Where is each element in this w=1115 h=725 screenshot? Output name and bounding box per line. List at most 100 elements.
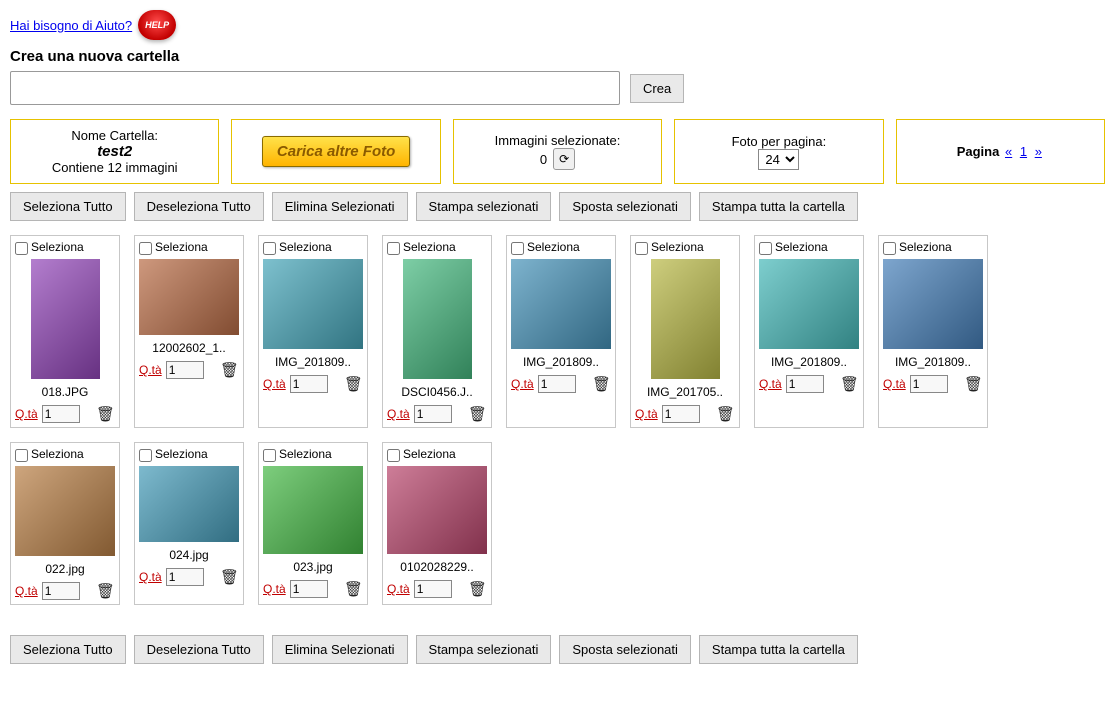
- qty-label[interactable]: Q.tà: [263, 377, 286, 391]
- photo-card: Seleziona12002602_1..Q.tà🗑: [134, 235, 244, 428]
- new-folder-input[interactable]: [10, 71, 620, 105]
- trash-icon[interactable]: 🗑: [96, 405, 115, 423]
- photo-thumbnail[interactable]: [15, 466, 115, 556]
- select-photo-checkbox[interactable]: [139, 242, 152, 255]
- qty-input[interactable]: [414, 405, 452, 423]
- photo-thumbnail[interactable]: [759, 259, 859, 349]
- select-photo-checkbox[interactable]: [15, 449, 28, 462]
- trash-icon[interactable]: 🗑: [592, 375, 611, 393]
- photo-filename: IMG_201809..: [511, 355, 611, 369]
- photo-thumbnail[interactable]: [139, 259, 239, 335]
- trash-icon[interactable]: 🗑: [964, 375, 983, 393]
- page-next[interactable]: »: [1035, 144, 1042, 159]
- qty-label[interactable]: Q.tà: [139, 363, 162, 377]
- photo-thumbnail[interactable]: [635, 259, 735, 379]
- trash-icon[interactable]: 🗑: [220, 361, 239, 379]
- select-photo-checkbox[interactable]: [635, 242, 648, 255]
- select-photo-checkbox[interactable]: [15, 242, 28, 255]
- move-selected-button[interactable]: Sposta selezionati: [559, 192, 691, 221]
- select-photo-checkbox[interactable]: [387, 242, 400, 255]
- deselect-all-button[interactable]: Deseleziona Tutto: [134, 192, 264, 221]
- qty-label[interactable]: Q.tà: [635, 407, 658, 421]
- print-selected-button[interactable]: Stampa selezionati: [416, 192, 552, 221]
- select-photo-checkbox[interactable]: [387, 449, 400, 462]
- page-current[interactable]: 1: [1020, 144, 1027, 159]
- photo-card: Seleziona0102028229..Q.tà🗑: [382, 442, 492, 605]
- qty-input[interactable]: [290, 580, 328, 598]
- qty-label[interactable]: Q.tà: [263, 582, 286, 596]
- qty-label[interactable]: Q.tà: [15, 584, 38, 598]
- delete-selected-button[interactable]: Elimina Selezionati: [272, 192, 408, 221]
- photo-thumbnail[interactable]: [387, 466, 487, 554]
- delete-selected-button-bottom[interactable]: Elimina Selezionati: [272, 635, 408, 664]
- photo-filename: IMG_201809..: [263, 355, 363, 369]
- qty-input[interactable]: [290, 375, 328, 393]
- page-label: Pagina: [957, 144, 1000, 159]
- deselect-all-button-bottom[interactable]: Deseleziona Tutto: [134, 635, 264, 664]
- qty-input[interactable]: [662, 405, 700, 423]
- photo-thumbnail[interactable]: [263, 466, 363, 554]
- qty-label[interactable]: Q.tà: [387, 407, 410, 421]
- qty-input[interactable]: [166, 361, 204, 379]
- select-photo-checkbox[interactable]: [263, 242, 276, 255]
- upload-more-button[interactable]: Carica altre Foto: [262, 136, 410, 167]
- photo-filename: IMG_201809..: [883, 355, 983, 369]
- per-page-select[interactable]: 24: [758, 149, 799, 170]
- help-link[interactable]: Hai bisogno di Aiuto?: [10, 18, 132, 33]
- trash-icon[interactable]: 🗑: [344, 375, 363, 393]
- photo-thumbnail[interactable]: [511, 259, 611, 349]
- photo-thumbnail[interactable]: [883, 259, 983, 349]
- folder-info-box: Nome Cartella: test2 Contiene 12 immagin…: [10, 119, 219, 184]
- print-folder-button[interactable]: Stampa tutta la cartella: [699, 192, 858, 221]
- folder-name: test2: [97, 143, 132, 160]
- qty-label[interactable]: Q.tà: [759, 377, 782, 391]
- photo-card: SelezionaDSCI0456.J..Q.tà🗑: [382, 235, 492, 428]
- help-icon[interactable]: HELP: [138, 10, 176, 40]
- trash-icon[interactable]: 🗑: [344, 580, 363, 598]
- photo-card: SelezionaIMG_201809..Q.tà🗑: [506, 235, 616, 428]
- qty-label[interactable]: Q.tà: [511, 377, 534, 391]
- select-all-button-bottom[interactable]: Seleziona Tutto: [10, 635, 126, 664]
- qty-input[interactable]: [786, 375, 824, 393]
- create-folder-button[interactable]: Crea: [630, 74, 684, 103]
- select-photo-checkbox[interactable]: [511, 242, 524, 255]
- move-selected-button-bottom[interactable]: Sposta selezionati: [559, 635, 691, 664]
- trash-icon[interactable]: 🗑: [840, 375, 859, 393]
- photo-card: Seleziona024.jpgQ.tà🗑: [134, 442, 244, 605]
- select-photo-checkbox[interactable]: [759, 242, 772, 255]
- qty-label[interactable]: Q.tà: [883, 377, 906, 391]
- photo-thumbnail[interactable]: [263, 259, 363, 349]
- print-selected-button-bottom[interactable]: Stampa selezionati: [416, 635, 552, 664]
- photo-card: Seleziona IMG_201809.. Q.tà 🗑: [878, 235, 988, 428]
- qty-input[interactable]: [910, 375, 948, 393]
- select-photo-checkbox[interactable]: [263, 449, 276, 462]
- trash-icon[interactable]: 🗑: [96, 582, 115, 600]
- photo-filename: IMG_201809..: [759, 355, 859, 369]
- photo-grid: Seleziona018.JPGQ.tà🗑Seleziona12002602_1…: [10, 235, 1105, 605]
- qty-label[interactable]: Q.tà: [139, 570, 162, 584]
- qty-label[interactable]: Q.tà: [15, 407, 38, 421]
- trash-icon[interactable]: 🗑: [716, 405, 735, 423]
- photo-thumbnail[interactable]: [139, 466, 239, 542]
- qty-input[interactable]: [538, 375, 576, 393]
- qty-input[interactable]: [166, 568, 204, 586]
- refresh-icon[interactable]: ⟳: [553, 148, 575, 170]
- print-folder-button-bottom[interactable]: Stampa tutta la cartella: [699, 635, 858, 664]
- qty-input[interactable]: [42, 582, 80, 600]
- pagination-box: Pagina « 1 »: [896, 119, 1105, 184]
- trash-icon[interactable]: 🗑: [468, 580, 487, 598]
- trash-icon[interactable]: 🗑: [468, 405, 487, 423]
- page-prev[interactable]: «: [1005, 144, 1012, 159]
- select-photo-checkbox[interactable]: [883, 242, 896, 255]
- qty-input[interactable]: [414, 580, 452, 598]
- photo-thumbnail[interactable]: [15, 259, 115, 379]
- qty-input[interactable]: [42, 405, 80, 423]
- photo-thumbnail[interactable]: [387, 259, 487, 379]
- select-all-button[interactable]: Seleziona Tutto: [10, 192, 126, 221]
- photo-filename: 0102028229..: [387, 560, 487, 574]
- select-label: Seleziona: [899, 240, 952, 254]
- select-photo-checkbox[interactable]: [139, 449, 152, 462]
- trash-icon[interactable]: 🗑: [220, 568, 239, 586]
- photo-card: Seleziona023.jpgQ.tà🗑: [258, 442, 368, 605]
- qty-label[interactable]: Q.tà: [387, 582, 410, 596]
